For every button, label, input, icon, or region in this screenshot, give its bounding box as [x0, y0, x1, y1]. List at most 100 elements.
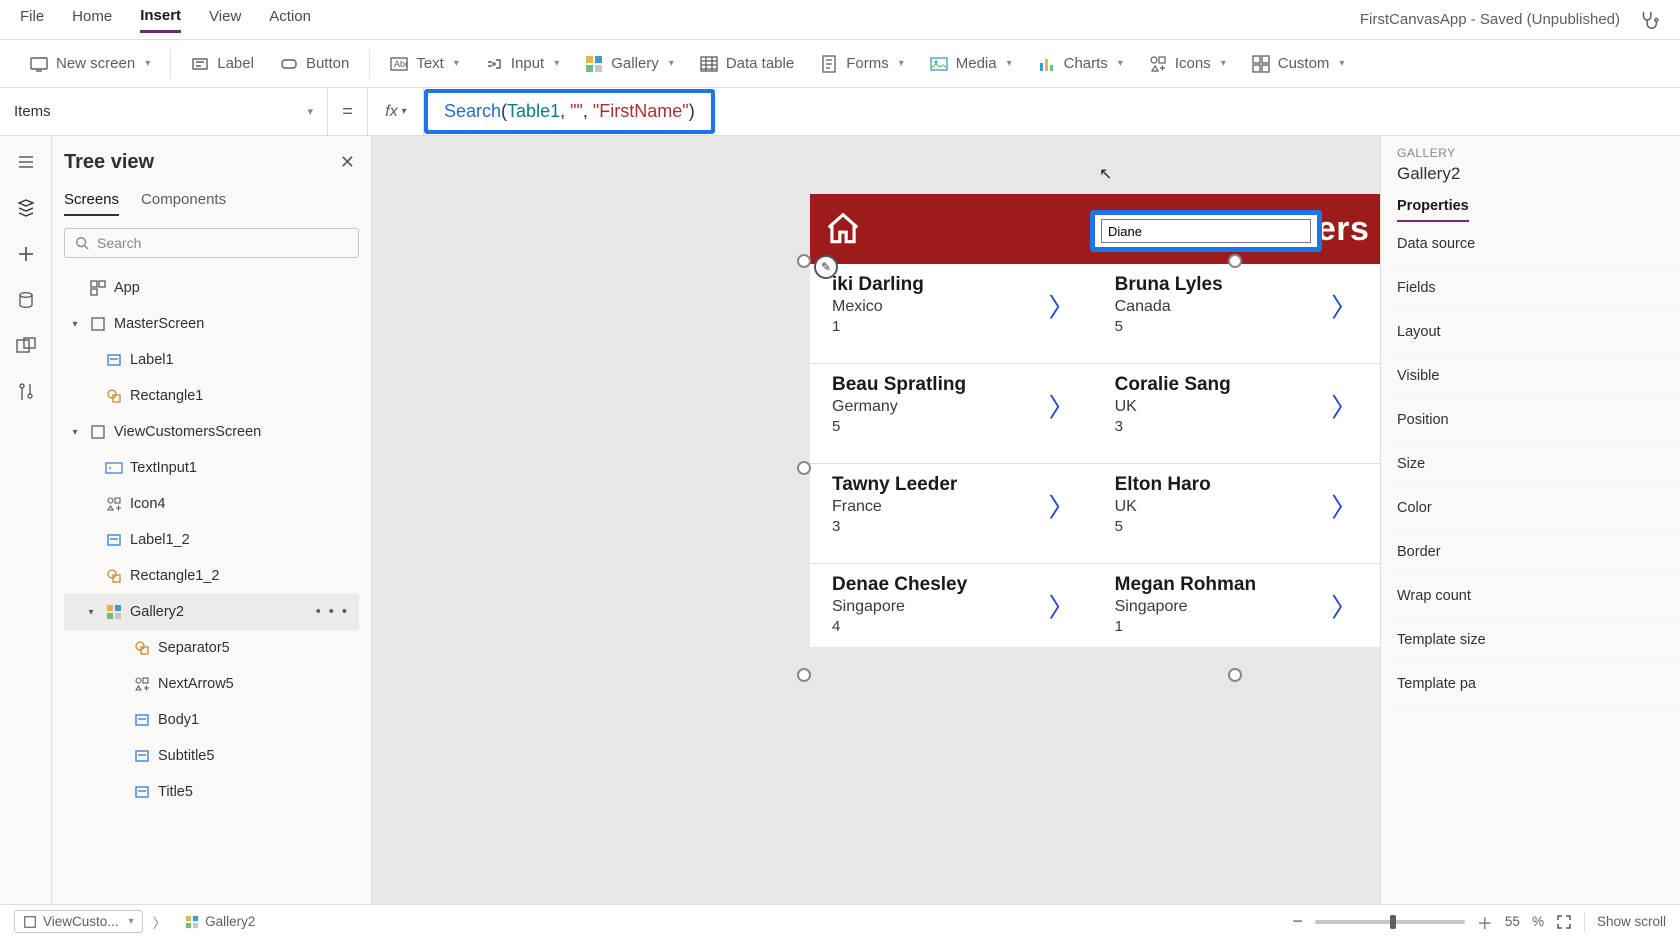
design-canvas[interactable]: ↖ View Customers iki DarlingMexico1〉Brun… [372, 136, 1380, 904]
gallery-icon [185, 915, 199, 929]
formula-highlight-box: Search(Table1, "", "FirstName") [424, 89, 715, 134]
chevron-down-icon[interactable]: ▾ [68, 319, 82, 330]
property-row[interactable]: Position [1397, 398, 1680, 442]
property-row[interactable]: Template pa [1397, 662, 1680, 706]
tree-node-gallery2[interactable]: ▾Gallery2• • • [64, 594, 359, 630]
tree-node-rectangle1-2[interactable]: Rectangle1_2 [64, 558, 359, 594]
control-name: Gallery2 [1397, 164, 1680, 184]
label-icon [132, 710, 152, 730]
data-table-button[interactable]: Data table [690, 49, 804, 79]
new-screen-button[interactable]: New screen ▾ [20, 49, 160, 79]
menu-action[interactable]: Action [269, 8, 311, 31]
media-menu[interactable]: Media ▾ [920, 49, 1022, 79]
formula-input-area[interactable]: Search(Table1, "", "FirstName") [424, 88, 1680, 135]
chevron-down-icon[interactable]: ▾ [68, 427, 82, 438]
cursor-icon: ↖ [1099, 164, 1112, 184]
menu-view[interactable]: View [209, 8, 241, 31]
menu-file[interactable]: File [20, 8, 44, 31]
tree-node-rectangle1[interactable]: Rectangle1 [64, 378, 359, 414]
selection-outline: ✎ [804, 261, 1380, 675]
label-icon [104, 350, 124, 370]
gallery-label: Gallery [611, 55, 659, 72]
tree-node-viewcustomersscreen[interactable]: ▾ViewCustomersScreen [64, 414, 359, 450]
breadcrumb-screen[interactable]: ViewCusto... ▾ [14, 910, 143, 933]
input-icon [485, 55, 503, 73]
more-icon[interactable]: • • • [316, 604, 359, 620]
charts-menu[interactable]: Charts ▾ [1028, 49, 1133, 79]
tree-label: Title5 [158, 784, 193, 800]
tab-screens[interactable]: Screens [64, 191, 119, 216]
zoom-in-button[interactable]: ＋ [1477, 910, 1493, 934]
label-icon [191, 55, 209, 73]
tree-node-nextarrow5[interactable]: NextArrow5 [64, 666, 359, 702]
icons-menu[interactable]: Icons ▾ [1139, 49, 1236, 79]
property-selector[interactable]: Items ▾ [0, 88, 328, 135]
home-icon[interactable] [824, 210, 862, 248]
edit-pencil-icon[interactable]: ✎ [814, 255, 838, 279]
customer-search-input[interactable] [1101, 219, 1311, 243]
media-icon [930, 55, 948, 73]
tree-node-body1[interactable]: Body1 [64, 702, 359, 738]
media-panel-icon[interactable] [14, 334, 38, 358]
chevron-down-icon[interactable]: ▾ [84, 607, 98, 618]
gallery-icon [585, 55, 603, 73]
input-menu[interactable]: Input ▾ [475, 49, 569, 79]
property-row[interactable]: Size [1397, 442, 1680, 486]
tree-node-label1-2[interactable]: Label1_2 [64, 522, 359, 558]
breadcrumb-control[interactable]: Gallery2 [176, 910, 264, 933]
add-icon[interactable] [14, 242, 38, 266]
tree-node-app[interactable]: App [64, 270, 359, 306]
label-button[interactable]: Label [181, 49, 264, 79]
data-icon[interactable] [14, 288, 38, 312]
property-row[interactable]: Layout [1397, 310, 1680, 354]
close-icon[interactable]: ✕ [336, 148, 359, 177]
formula-str2: "FirstName" [593, 101, 689, 121]
resize-handle[interactable] [1228, 668, 1242, 682]
text-menu[interactable]: Abc Text ▾ [380, 49, 469, 79]
tree-view-icon[interactable] [14, 196, 38, 220]
menu-insert[interactable]: Insert [140, 7, 181, 33]
media-label: Media [956, 55, 997, 72]
breadcrumb-label: ViewCusto... [43, 914, 119, 929]
tree-node-subtitle5[interactable]: Subtitle5 [64, 738, 359, 774]
resize-handle[interactable] [797, 461, 811, 475]
resize-handle[interactable] [797, 254, 811, 268]
forms-label: Forms [846, 55, 889, 72]
advanced-tools-icon[interactable] [14, 380, 38, 404]
tree-node-masterscreen[interactable]: ▾MasterScreen [64, 306, 359, 342]
property-row[interactable]: Fields [1397, 266, 1680, 310]
property-row[interactable]: Data source [1397, 222, 1680, 266]
zoom-thumb[interactable] [1390, 915, 1396, 929]
insert-ribbon: New screen ▾ Label Button Abc Text ▾ Inp… [0, 40, 1680, 88]
property-row[interactable]: Template size [1397, 618, 1680, 662]
zoom-slider[interactable] [1315, 920, 1465, 924]
tab-properties[interactable]: Properties [1397, 198, 1469, 222]
button-button[interactable]: Button [270, 49, 359, 79]
zoom-out-button[interactable]: − [1292, 911, 1303, 932]
fx-button[interactable]: fx ▾ [368, 88, 424, 135]
tab-components[interactable]: Components [141, 191, 226, 216]
tree-node-textinput1[interactable]: TextInput1 [64, 450, 359, 486]
property-row[interactable]: Visible [1397, 354, 1680, 398]
tree-node-label1[interactable]: Label1 [64, 342, 359, 378]
chevron-down-icon: ▾ [1118, 58, 1123, 69]
status-bar: ViewCusto... ▾ 〉 Gallery2 − ＋ 55 % Show … [0, 904, 1680, 938]
menu-home[interactable]: Home [72, 8, 112, 31]
svg-text:Abc: Abc [394, 59, 408, 69]
tree-node-icon4[interactable]: Icon4 [64, 486, 359, 522]
tree-node-title5[interactable]: Title5 [64, 774, 359, 810]
property-row[interactable]: Border [1397, 530, 1680, 574]
resize-handle[interactable] [797, 668, 811, 682]
gallery-menu[interactable]: Gallery ▾ [575, 49, 684, 79]
table-icon [700, 55, 718, 73]
fit-to-window-icon[interactable] [1556, 914, 1572, 930]
diagnostics-icon[interactable] [1638, 9, 1660, 31]
property-row[interactable]: Wrap count [1397, 574, 1680, 618]
property-row[interactable]: Color [1397, 486, 1680, 530]
tree-search-input[interactable]: Search [64, 228, 359, 258]
custom-menu[interactable]: Custom ▾ [1242, 49, 1355, 79]
forms-menu[interactable]: Forms ▾ [810, 49, 914, 79]
hamburger-icon[interactable] [14, 150, 38, 174]
chevron-down-icon: ▾ [307, 105, 313, 118]
tree-node-separator5[interactable]: Separator5 [64, 630, 359, 666]
